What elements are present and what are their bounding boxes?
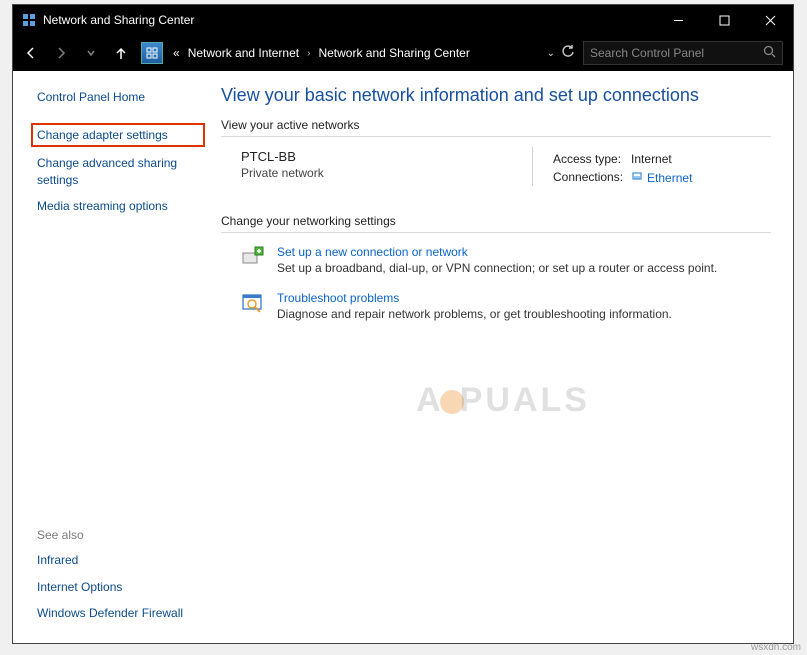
up-button[interactable] xyxy=(107,39,135,67)
close-button[interactable] xyxy=(747,5,793,35)
setup-connection-icon xyxy=(241,245,265,269)
change-settings-heading: Change your networking settings xyxy=(221,214,771,233)
network-type: Private network xyxy=(241,164,532,180)
connection-link[interactable]: Ethernet xyxy=(631,170,692,185)
source-tag: wsxdn.com xyxy=(751,642,801,653)
refresh-button[interactable] xyxy=(561,45,575,62)
address-dropdown-button[interactable]: ⌄ xyxy=(547,48,555,59)
body: Control Panel Home Change adapter settin… xyxy=(13,71,793,643)
minimize-button[interactable] xyxy=(655,5,701,35)
forward-button[interactable] xyxy=(47,39,75,67)
breadcrumb[interactable]: « Network and Internet › Network and Sha… xyxy=(169,41,545,65)
connection-name: Ethernet xyxy=(647,171,692,185)
breadcrumb-item[interactable]: Network and Sharing Center xyxy=(318,46,469,60)
breadcrumb-overflow: « xyxy=(173,46,180,60)
highlighted-link-box: Change adapter settings xyxy=(31,123,205,147)
internet-options-link[interactable]: Internet Options xyxy=(37,579,201,595)
page-heading: View your basic network information and … xyxy=(221,85,771,106)
connections-label: Connections: xyxy=(553,169,629,186)
chevron-right-icon: › xyxy=(307,48,310,59)
search-box[interactable] xyxy=(583,41,783,65)
main-content: View your basic network information and … xyxy=(213,71,793,643)
troubleshoot-icon xyxy=(241,291,265,315)
ethernet-icon xyxy=(631,170,643,185)
search-icon[interactable] xyxy=(763,45,776,61)
see-also-heading: See also xyxy=(37,528,201,542)
active-networks-heading: View your active networks xyxy=(221,118,771,137)
sidebar: Control Panel Home Change adapter settin… xyxy=(13,71,213,643)
troubleshoot-desc: Diagnose and repair network problems, or… xyxy=(277,305,672,321)
active-network-row: PTCL-BB Private network Access type: Int… xyxy=(221,149,771,214)
infrared-link[interactable]: Infrared xyxy=(37,552,201,568)
setup-connection-desc: Set up a broadband, dial-up, or VPN conn… xyxy=(277,259,717,275)
setup-connection-item: Set up a new connection or network Set u… xyxy=(241,245,771,275)
setup-connection-link[interactable]: Set up a new connection or network xyxy=(277,245,717,259)
breadcrumb-item[interactable]: Network and Internet xyxy=(188,46,299,60)
vertical-divider xyxy=(532,147,533,186)
app-icon xyxy=(21,12,37,28)
navbar: « Network and Internet › Network and Sha… xyxy=(13,35,793,71)
search-input[interactable] xyxy=(590,46,763,60)
media-streaming-options-link[interactable]: Media streaming options xyxy=(37,198,201,214)
network-name: PTCL-BB xyxy=(241,149,532,164)
maximize-button[interactable] xyxy=(701,5,747,35)
access-type-label: Access type: xyxy=(553,151,629,167)
back-button[interactable] xyxy=(17,39,45,67)
window: Network and Sharing Center « Net xyxy=(12,4,794,644)
recent-dropdown-button[interactable] xyxy=(77,39,105,67)
change-advanced-sharing-link[interactable]: Change advanced sharing settings xyxy=(37,155,201,187)
address-icon xyxy=(141,42,163,64)
access-type-value: Internet xyxy=(631,151,698,167)
change-adapter-settings-link[interactable]: Change adapter settings xyxy=(37,128,168,142)
troubleshoot-item: Troubleshoot problems Diagnose and repai… xyxy=(241,291,771,321)
troubleshoot-link[interactable]: Troubleshoot problems xyxy=(277,291,672,305)
windows-defender-firewall-link[interactable]: Windows Defender Firewall xyxy=(37,605,201,621)
titlebar: Network and Sharing Center xyxy=(13,5,793,35)
window-title: Network and Sharing Center xyxy=(43,13,194,27)
control-panel-home-link[interactable]: Control Panel Home xyxy=(37,89,201,105)
watermark: APUALS xyxy=(416,381,590,420)
